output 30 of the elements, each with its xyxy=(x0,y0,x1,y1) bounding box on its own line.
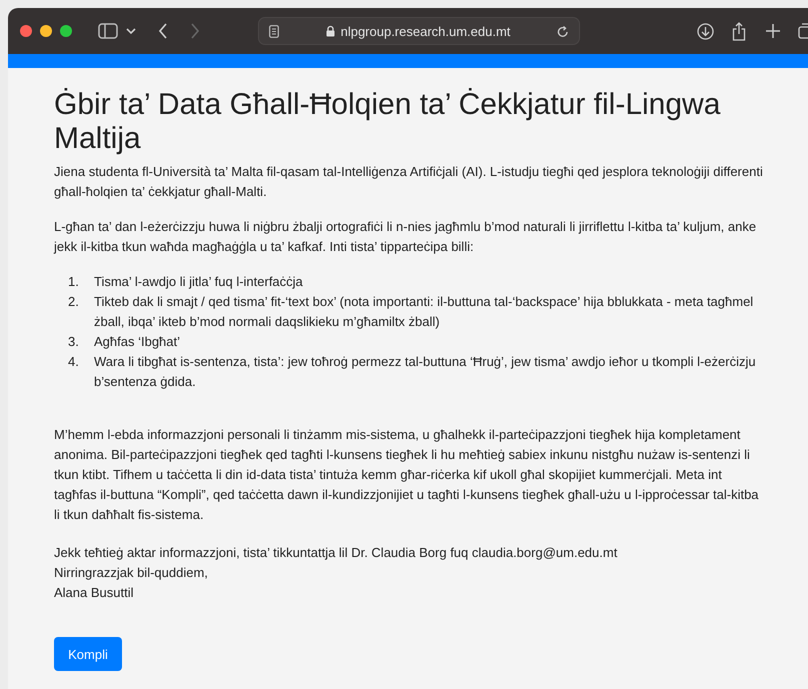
page-title: Ġbir ta’ Data Għall-Ħolqien ta’ Ċekkjatur fil-Lingwa Maltija xyxy=(54,88,722,156)
step-number: 3. xyxy=(68,333,80,351)
url-text: nlpgroup.research.um.edu.mt xyxy=(340,24,510,38)
minimize-button[interactable] xyxy=(40,25,52,37)
address-bar[interactable]: nlpgroup.research.um.edu.mt xyxy=(258,17,580,45)
step-text: Tisma’ l-awdjo li jitla’ fuq l-interfaċċja xyxy=(94,273,304,291)
chevron-down-icon[interactable] xyxy=(126,27,136,35)
step-number: 1. xyxy=(68,273,80,291)
step-text: Wara li tibgħat is-sentenza, tista’: jew toħroġ permezz tal-buttuna ‘Ħruġ’, jew tisma’ awdjo ieħor u tkompli l-eżerċizju b’sentenza ġdida. xyxy=(94,353,757,391)
step-number: 4. xyxy=(68,353,80,371)
step-text: Tikteb dak li smajt / qed tisma’ fit-‘text box’ (nota importanti: il-buttuna tal-‘backspace’ hija bblukkata - meta tagħmel żball, ibqa’ ikteb b’mod normali daqslikieku m’għamiltx żball) xyxy=(94,293,754,331)
download-icon[interactable] xyxy=(697,22,714,40)
share-icon[interactable] xyxy=(732,22,746,40)
back-icon[interactable] xyxy=(158,23,168,39)
consent-paragraph: M’hemm l-ebda informazzjoni personali li tinżamm mis-sistema, u għalhekk il-parteċipazzjoni tiegħek hija kompletament anonima. Bil-parteċipazzjoni tiegħek qed tagħti l-kunsens tiegħek li hu meħtieġ sabiex inkunu nistgħu nużaw is-sentenzi li tkun ktibt. Tifhem u taċċetta li din id-data tista’ tintuża kemm għar-riċerka kif ukoll għal skopijiet kummerċjali. Meta int tagħfas il-buttuna “Kompli”, qed taċċetta dawn il-kundizzjonijiet u tagħti l-kunsens tiegħek għall-użu u l-ipproċessar tal-kitba li tkun daħħalt fis-sistema. xyxy=(54,426,760,524)
step-number: 2. xyxy=(68,293,80,311)
step-text: Agħfas ‘Ibgħat’ xyxy=(94,333,182,351)
page-icon xyxy=(269,24,279,38)
close-button[interactable] xyxy=(20,25,32,37)
contact-line: Alana Busuttil xyxy=(54,584,134,602)
lock-icon xyxy=(326,25,335,37)
continue-button[interactable]: Kompli xyxy=(54,637,122,671)
intro-paragraph: Jiena studenta fl-Università ta’ Malta fil-qasam tal-Intelliġenza Artifiċjali (AI). L-istudju tiegħi qed jesplora teknoloġiji differenti għall-ħolqien ta’ ċekkjatur għall-Malti. xyxy=(54,163,764,201)
contact-line: Nirringrazzjak bil-quddiem, xyxy=(54,564,208,582)
reload-icon[interactable] xyxy=(557,24,569,38)
zoom-button[interactable] xyxy=(60,25,72,37)
contact-line: Jekk teħtieġ aktar informazzjoni, tista’ tikkuntattja lil Dr. Claudia Borg fuq claudia.borg@um.edu.mt xyxy=(54,544,618,562)
new-tab-icon[interactable] xyxy=(766,24,780,38)
intro-paragraph: L-għan ta’ dan l-eżerċizzju huwa li niġbru żbalji ortografiċi li n-nies jagħmlu b’mod naturali li jirriflettu l-kitba ta’ kuljum, anke jekk il-kitba tkun waħda magħaġġla u ta’ kafkaf. Inti tista’ tipparteċipa billi: xyxy=(54,218,758,256)
sidebar-icon[interactable] xyxy=(98,23,118,39)
